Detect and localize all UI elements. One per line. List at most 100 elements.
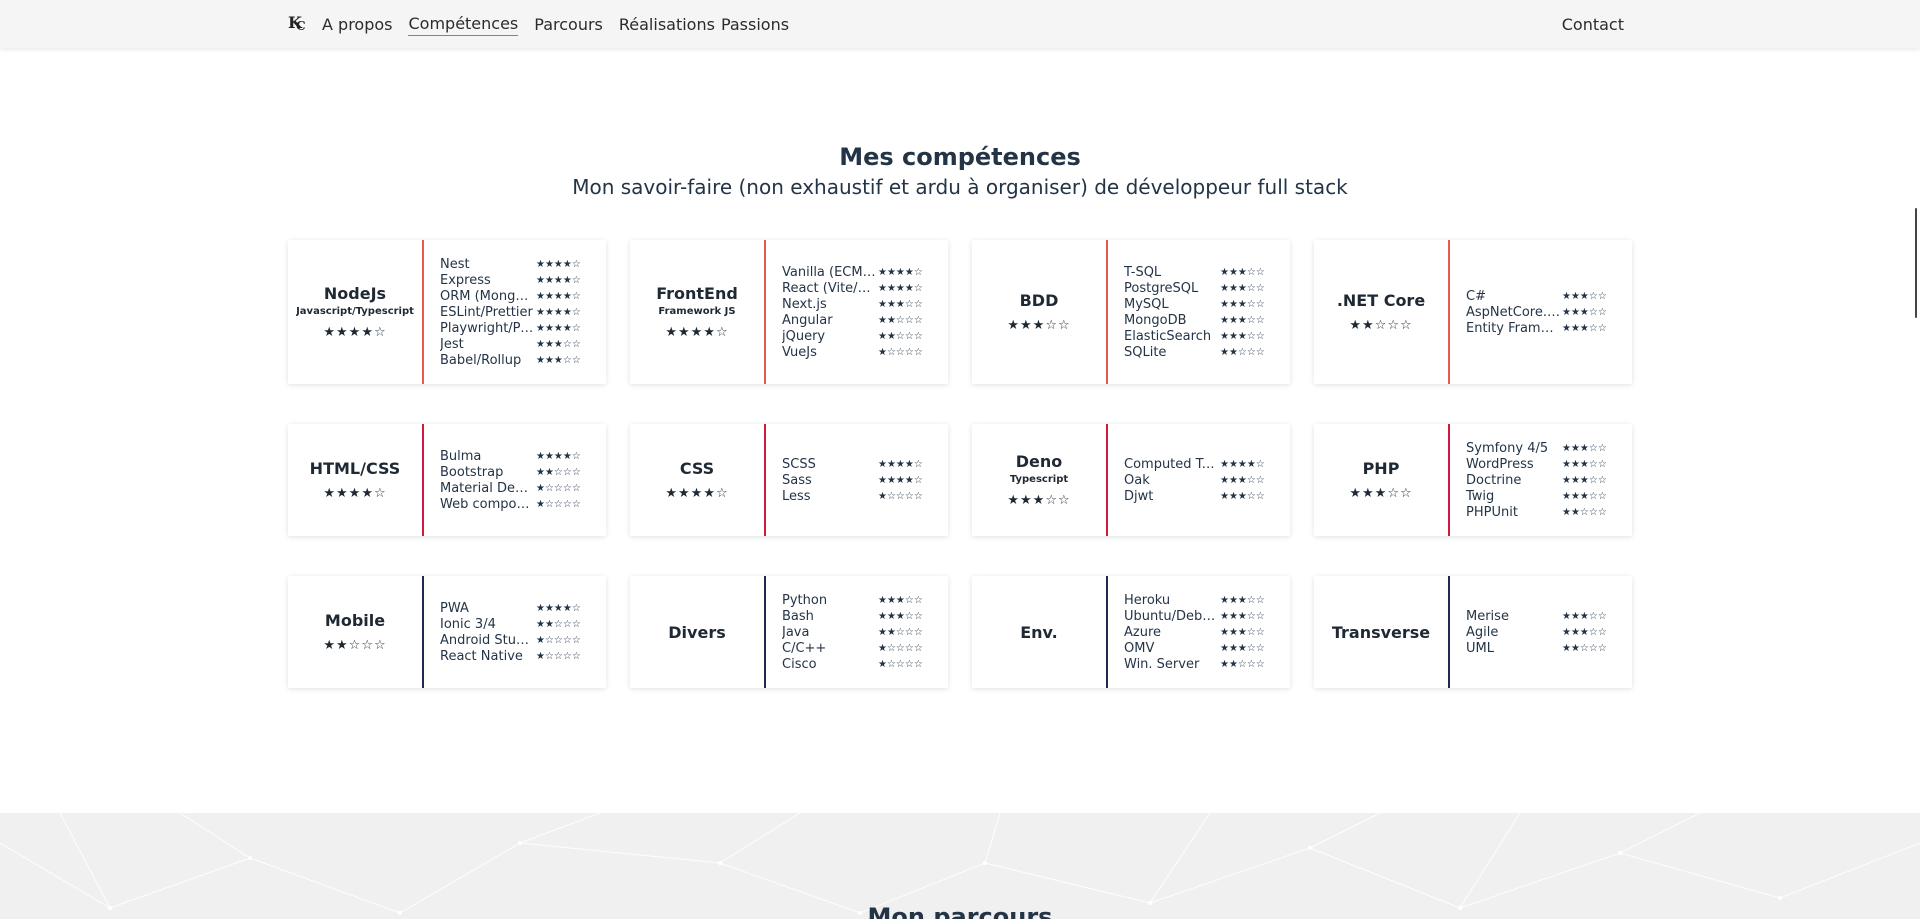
skill-item-list: Computed Types★★★★☆Oak★★★☆☆Djwt★★★☆☆ [1108, 424, 1290, 536]
skill-item-name: Symfony 4/5 [1466, 440, 1549, 456]
skill-item: Djwt ★★★☆☆ [1124, 488, 1276, 504]
skill-item-rating: ★★☆☆☆ [1562, 506, 1607, 518]
skill-item-name: Playwright/Puppeteer [440, 320, 534, 336]
skill-item-list: Vanilla (ECMAScript)★★★★☆React (Vite/Red… [766, 240, 948, 384]
skill-item: ESLint/Prettier ★★★★☆ [440, 304, 592, 320]
skill-item-name: ESLint/Prettier [440, 304, 533, 320]
skill-item-rating: ★☆☆☆☆ [536, 650, 581, 662]
skill-item-name: SQLite [1124, 344, 1167, 360]
skill-rating: ★★★☆☆ [1007, 318, 1071, 333]
skill-item: ORM (Mongoose)★★★★☆ [440, 288, 592, 304]
skill-item-name: Win. Server [1124, 656, 1200, 672]
skill-item-name: Ubuntu/Debian [1124, 608, 1218, 624]
skill-item-rating: ★★☆☆☆ [1220, 658, 1265, 670]
skill-item-name: Bash [782, 608, 814, 624]
skill-item: UML ★★☆☆☆ [1466, 640, 1618, 656]
skill-item-rating: ★☆☆☆☆ [878, 490, 923, 502]
skill-item-name: Less [782, 488, 811, 504]
skill-item-rating: ★★★☆☆ [1220, 642, 1265, 654]
skill-item-list: Python ★★★☆☆ Bash ★★★☆☆ Java ★★☆☆☆ C/C++ ★☆☆☆☆ C… [766, 576, 948, 688]
skill-item-rating: ★★☆☆☆ [536, 618, 581, 630]
skill-item-name: MySQL [1124, 296, 1169, 312]
skill-item-name: UML [1466, 640, 1494, 656]
skill-item: Nest ★★★★☆ [440, 256, 592, 272]
skill-item: Agile ★★★☆☆ [1466, 624, 1618, 640]
skill-item-rating: ★★★★☆ [1220, 458, 1265, 470]
skill-item-name: OMV [1124, 640, 1155, 656]
skill-item-name: Nest [440, 256, 470, 272]
skill-item-rating: ★★★★☆ [536, 258, 581, 270]
skill-card-summary: BDD ★★★☆☆ [972, 240, 1106, 384]
skill-item-name: Web components [440, 496, 534, 512]
skill-item-rating: ★★★★☆ [878, 458, 923, 470]
skill-item-name: Twig [1466, 488, 1495, 504]
skill-item: Babel/Rollup ★★★☆☆ [440, 352, 592, 368]
nav-link-a-propos[interactable]: A propos [322, 13, 392, 36]
skill-item-name: PostgreSQL [1124, 280, 1199, 296]
skill-name: .NET Core [1336, 291, 1426, 310]
skill-name: Deno [1015, 452, 1063, 471]
skill-card-summary: Env. [972, 576, 1106, 688]
skill-rating: ★★★★☆ [665, 486, 729, 501]
skill-item: Vanilla (ECMAScript)★★★★☆ [782, 264, 934, 280]
skill-item-list: C#★★★☆☆AspNetCore.MVC★★★☆☆Entity Framewo… [1450, 240, 1632, 384]
scrollbar-thumb[interactable] [1915, 208, 1917, 318]
skill-item: C/C++ ★☆☆☆☆ [782, 640, 934, 656]
skill-item: T-SQL ★★★☆☆ [1124, 264, 1276, 280]
nav-link-contact[interactable]: Contact [1562, 13, 1624, 36]
nav-link-passions[interactable]: Passions [721, 13, 789, 36]
skill-item-name: Ionic 3/4 [440, 616, 496, 632]
skill-card-summary: Transverse [1314, 576, 1448, 688]
nav-link-parcours[interactable]: Parcours [534, 13, 603, 36]
skill-item-name: Android Studio [440, 632, 534, 648]
skill-item-rating: ★☆☆☆☆ [878, 642, 923, 654]
skill-item: AspNetCore.MVC★★★☆☆ [1466, 304, 1618, 320]
skill-item-name: Express [440, 272, 491, 288]
logo-icon[interactable]: KC [288, 13, 310, 35]
skill-item-name: Babel/Rollup [440, 352, 522, 368]
skill-item-rating: ★★☆☆☆ [878, 626, 923, 638]
skill-item-rating: ★★★☆☆ [1562, 610, 1607, 622]
skill-item: Cisco ★☆☆☆☆ [782, 656, 934, 672]
skill-item-rating: ★★★★☆ [878, 474, 923, 486]
skill-item-rating: ★★★☆☆ [1220, 490, 1265, 502]
skill-item: Azure ★★★☆☆ [1124, 624, 1276, 640]
skill-item-rating: ★★★★☆ [536, 290, 581, 302]
skill-item-name: C# [1466, 288, 1486, 304]
skill-card-summary: NodeJs Javascript/Typescript ★★★★☆ [288, 240, 422, 384]
skill-item-rating: ★★☆☆☆ [1220, 346, 1265, 358]
skill-item: PWA ★★★★☆ [440, 600, 592, 616]
skill-item-name: MongoDB [1124, 312, 1187, 328]
skill-item: Android Studio ★☆☆☆☆ [440, 632, 592, 648]
skill-item-rating: ★★★☆☆ [1220, 314, 1265, 326]
nav-container: KC A propos Compétences Parcours Réalisa… [288, 0, 1624, 48]
skill-item-rating: ★★☆☆☆ [1562, 642, 1607, 654]
skill-item: SQLite ★★☆☆☆ [1124, 344, 1276, 360]
skill-item-name: VueJs [782, 344, 817, 360]
skill-item-name: C/C++ [782, 640, 827, 656]
skill-item-name: Merise [1466, 608, 1509, 624]
skill-item-rating: ★★★☆☆ [878, 298, 923, 310]
skill-card: Env. Heroku ★★★☆☆ Ubuntu/Debian ★★★☆☆ Azure ★★… [972, 576, 1290, 688]
skill-item-name: Cisco [782, 656, 817, 672]
skill-item: Bulma ★★★★☆ [440, 448, 592, 464]
skill-card-summary: Deno Typescript ★★★☆☆ [972, 424, 1106, 536]
skill-rating: ★★★☆☆ [1349, 486, 1413, 501]
nav-link-competences[interactable]: Compétences [408, 12, 519, 36]
skill-item-name: Heroku [1124, 592, 1171, 608]
skill-item-name: SCSS [782, 456, 816, 472]
skill-name: PHP [1362, 459, 1400, 478]
skill-card-summary: Divers [630, 576, 764, 688]
skill-rating: ★★☆☆☆ [323, 638, 387, 653]
skill-name: NodeJs [323, 284, 387, 303]
skill-item: Jest ★★★☆☆ [440, 336, 592, 352]
skill-item-name: Material Design [440, 480, 534, 496]
nav-link-realisations[interactable]: Réalisations [619, 13, 715, 36]
skill-name: Divers [668, 622, 726, 642]
skill-item-name: Azure [1124, 624, 1162, 640]
skill-item: PostgreSQL ★★★☆☆ [1124, 280, 1276, 296]
skill-card: PHP ★★★☆☆ Symfony 4/5 ★★★☆☆ WordPress ★★★☆☆ Do… [1314, 424, 1632, 536]
skill-card-summary: .NET Core ★★☆☆☆ [1314, 240, 1448, 384]
skill-item-rating: ★★★★☆ [536, 274, 581, 286]
skill-item: Angular ★★☆☆☆ [782, 312, 934, 328]
